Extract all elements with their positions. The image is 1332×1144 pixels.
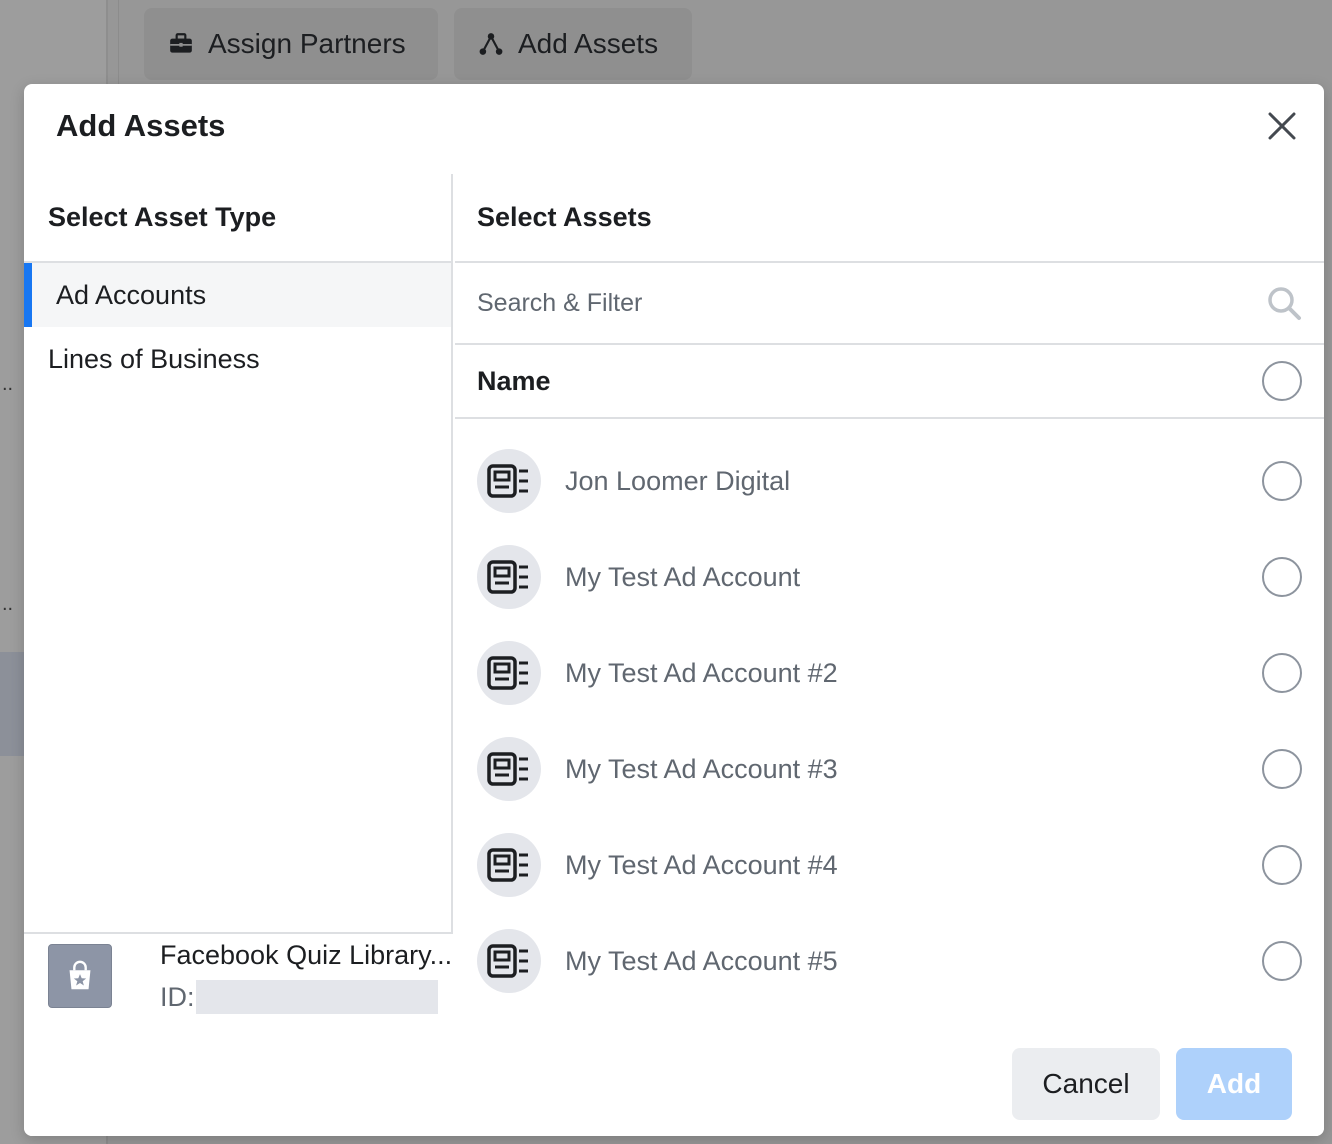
search-input[interactable] [477,288,1266,318]
dialog-header: Add Assets [24,84,1324,174]
assign-partners-button[interactable]: Assign Partners [144,8,438,80]
background-ellipsis: .. [2,373,14,395]
asset-row[interactable]: Jon Loomer Digital [455,433,1324,529]
dialog-footer: Cancel Add [24,1014,1324,1136]
asset-name: My Test Ad Account [565,561,801,592]
asset-row[interactable]: My Test Ad Account [455,529,1324,625]
background-divider [118,0,119,84]
asset-type-label: Lines of Business [48,343,260,374]
ad-account-icon [477,449,541,513]
close-button[interactable] [1264,108,1300,144]
ad-account-icon [477,929,541,993]
search-icon[interactable] [1266,285,1302,321]
asset-select-radio[interactable] [1262,845,1302,885]
asset-type-lines-of-business[interactable]: Lines of Business [24,327,451,391]
asset-row[interactable]: My Test Ad Account #4 [455,817,1324,913]
ad-account-icon [477,833,541,897]
asset-select-radio[interactable] [1262,749,1302,789]
briefcase-icon [170,33,192,53]
business-id-label: ID: [160,982,195,1012]
name-column-header: Name [477,365,551,396]
assign-partners-label: Assign Partners [208,28,406,59]
asset-row[interactable]: My Test Ad Account #2 [455,625,1324,721]
search-bar [455,263,1324,345]
asset-select-radio[interactable] [1262,941,1302,981]
ad-account-icon [477,641,541,705]
asset-row[interactable]: My Test Ad Account #5 [455,913,1324,1009]
asset-type-pane: Select Asset Type Ad Accounts Lines of B… [24,174,453,1014]
asset-name: My Test Ad Account #2 [565,657,838,688]
asset-type-label: Ad Accounts [56,279,207,310]
business-name: Facebook Quiz Library... [160,940,453,970]
asset-type-heading: Select Asset Type [24,174,451,263]
asset-list: Jon Loomer Digital My Test Ad Account My… [455,419,1324,1009]
business-logo [48,944,112,1008]
close-icon [1268,112,1296,140]
ad-account-icon [477,737,541,801]
asset-select-radio[interactable] [1262,461,1302,501]
ad-account-icon [477,545,541,609]
column-header-row: Name [455,345,1324,419]
asset-row[interactable]: My Test Ad Account #3 [455,721,1324,817]
asset-name: My Test Ad Account #3 [565,753,838,784]
shopping-bag-star-icon [69,960,91,990]
business-id-redacted [196,980,438,1014]
add-assets-label: Add Assets [518,28,659,59]
add-button[interactable]: Add [1176,1048,1292,1120]
asset-select-radio[interactable] [1262,557,1302,597]
asset-name: Jon Loomer Digital [565,465,791,496]
asset-type-ad-accounts[interactable]: Ad Accounts [24,263,451,327]
nodes-icon [479,33,503,55]
select-all-radio[interactable] [1262,361,1302,401]
background-sidebar-selection [0,652,24,756]
add-assets-dialog: Add Assets Select Asset Type Ad Accounts… [24,84,1324,1136]
asset-name: My Test Ad Account #4 [565,849,838,880]
dialog-title: Add Assets [56,108,226,143]
background-ellipsis: .. [2,593,14,615]
asset-name: My Test Ad Account #5 [565,945,838,976]
add-assets-button[interactable]: Add Assets [454,8,692,80]
business-card: Facebook Quiz Library... ID: [24,932,453,1014]
assets-pane: Select Assets Name Jon Loomer Digital [455,174,1324,1014]
assets-heading: Select Assets [455,174,1324,263]
asset-select-radio[interactable] [1262,653,1302,693]
cancel-button[interactable]: Cancel [1012,1048,1160,1120]
